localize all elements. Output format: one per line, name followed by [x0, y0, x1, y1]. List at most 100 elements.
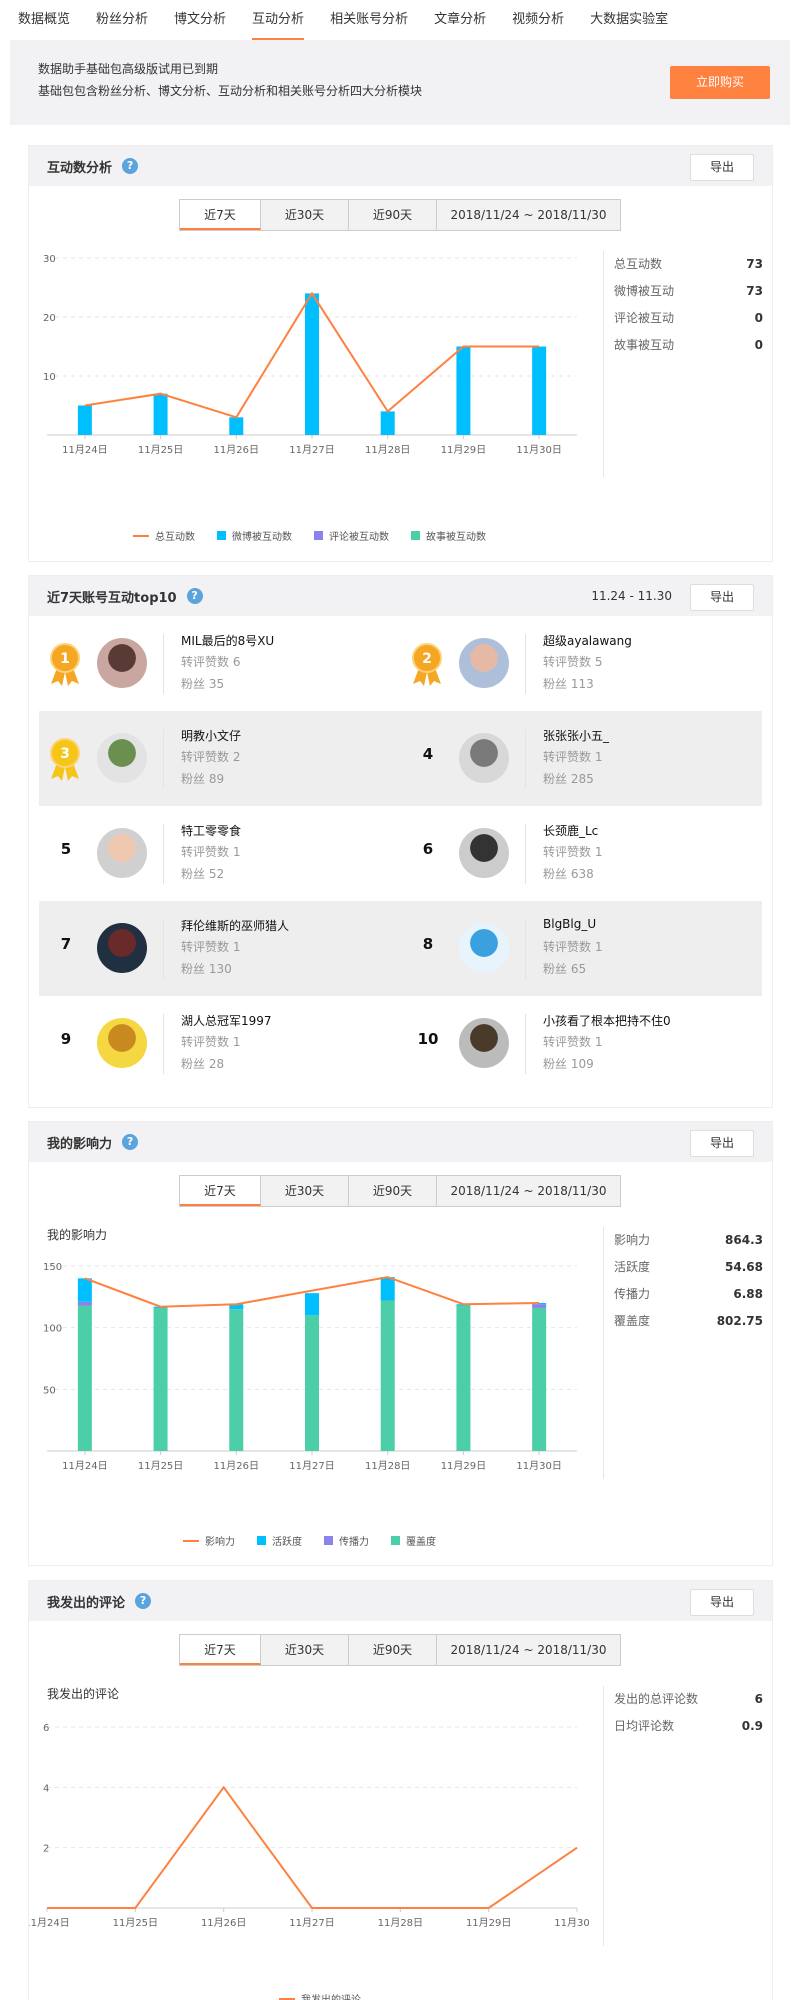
help-icon[interactable]: ?: [135, 1593, 152, 1609]
nav-item-posts[interactable]: 博文分析: [174, 0, 226, 40]
comments-stats: 发出的总评论数 6 日均评论数 0.9: [603, 1686, 763, 1946]
user-name[interactable]: 明教小文仔: [181, 727, 241, 744]
tab-30-days[interactable]: 近30天: [261, 200, 349, 230]
stat-row: 总互动数 73: [604, 251, 763, 278]
divider: [163, 634, 164, 694]
nav-item-video[interactable]: 视频分析: [512, 0, 564, 40]
rank-number: 6: [422, 840, 434, 858]
comments-chart: 2 4 6 11月24日 11月25日 11月26日 11月27日 11月28日 11月29日 1…: [29, 1723, 589, 1929]
repost-comment-like-count: 转评赞数 1: [181, 845, 241, 859]
card-header: 我发出的评论 ? 导出: [29, 1581, 772, 1621]
nav-item-overview[interactable]: 数据概览: [18, 0, 70, 40]
repost-comment-like-count: 转评赞数 2: [181, 750, 241, 764]
rank-item[interactable]: 5 特工零零食 转评赞数 1 粉丝 52: [39, 806, 399, 901]
rank-row: 1 MIL最后的8号XU 转评赞数 6 粉丝 35 2 超级ayalawang 转评赞数 5…: [39, 616, 762, 711]
user-name[interactable]: 小孩看了根本把持不住0: [543, 1012, 671, 1029]
rank-item[interactable]: 4 张张张小五_ 转评赞数 1 粉丝 285: [401, 711, 761, 806]
stat-value: 6: [754, 1692, 763, 1706]
legend-label: 传播力: [339, 1537, 369, 1548]
bar-微博被互动数: [77, 405, 92, 435]
stat-row: 评论被互动 0: [604, 305, 763, 332]
tab-90-days[interactable]: 近90天: [349, 1635, 437, 1665]
tab-30-days[interactable]: 近30天: [261, 1176, 349, 1206]
help-icon[interactable]: ?: [122, 158, 139, 174]
card-header: 近7天账号互动top10 ? 11.24 - 11.30 导出: [29, 576, 772, 616]
avatar[interactable]: [97, 828, 147, 878]
bar-覆盖度: [153, 1307, 168, 1451]
rank-item[interactable]: 8 BlgBlg_U 转评赞数 1 粉丝 65: [401, 901, 761, 996]
user-name[interactable]: MIL最后的8号XU: [181, 632, 274, 649]
nav-item-lab[interactable]: 大数据实验室: [590, 0, 668, 40]
stat-label: 总互动数: [614, 257, 663, 271]
tab-90-days[interactable]: 近90天: [349, 1176, 437, 1206]
nav-item-fans[interactable]: 粉丝分析: [96, 0, 148, 40]
rank-item[interactable]: 2 超级ayalawang 转评赞数 5 粉丝 113: [401, 616, 761, 711]
rank-item[interactable]: 9 湖人总冠军1997 转评赞数 1 粉丝 28: [39, 996, 399, 1091]
export-button[interactable]: 导出: [690, 584, 754, 611]
stat-row: 覆盖度 802.75: [604, 1308, 763, 1335]
nav-item-interaction[interactable]: 互动分析: [252, 0, 305, 40]
legend-label: 影响力: [205, 1537, 235, 1548]
stat-label: 影响力: [614, 1233, 651, 1247]
tab-7-days[interactable]: 近7天: [180, 1635, 261, 1665]
user-name[interactable]: 张张张小五_: [543, 727, 609, 744]
medal-rank-text: 2: [422, 651, 432, 667]
bar-覆盖度: [229, 1309, 244, 1451]
package-description: 基础包包含粉丝分析、博文分析、互动分析和相关账号分析四大分析模块: [38, 84, 423, 98]
nav-item-articles[interactable]: 文章分析: [434, 0, 486, 40]
tab-date-range[interactable]: 2018/11/24 ~ 2018/11/30: [437, 1635, 620, 1665]
avatar[interactable]: [459, 638, 509, 688]
avatar[interactable]: [459, 923, 509, 973]
x-tick-label: 11月29日: [441, 1460, 486, 1472]
user-name[interactable]: 拜伦维斯的巫师猎人: [181, 917, 289, 934]
export-button[interactable]: 导出: [690, 1130, 754, 1157]
avatar[interactable]: [459, 1018, 509, 1068]
x-tick-label: 11月24日: [62, 1460, 107, 1472]
rank-item[interactable]: 10 小孩看了根本把持不住0 转评赞数 1 粉丝 109: [401, 996, 761, 1091]
export-button[interactable]: 导出: [690, 154, 754, 181]
avatar[interactable]: [459, 733, 509, 783]
divider: [163, 729, 164, 789]
repost-comment-like-count: 转评赞数 6: [181, 655, 241, 669]
help-icon[interactable]: ?: [186, 588, 203, 604]
user-name[interactable]: 特工零零食: [181, 822, 241, 839]
user-name[interactable]: 湖人总冠军1997: [181, 1012, 272, 1029]
avatar[interactable]: [459, 828, 509, 878]
tab-date-range[interactable]: 2018/11/24 ~ 2018/11/30: [437, 200, 620, 230]
avatar[interactable]: [97, 733, 147, 783]
tab-7-days[interactable]: 近7天: [180, 1176, 261, 1206]
rank-item[interactable]: 6 长颈鹿_Lc 转评赞数 1 粉丝 638: [401, 806, 761, 901]
divider: [163, 1014, 164, 1074]
tab-90-days[interactable]: 近90天: [349, 200, 437, 230]
nav-item-related[interactable]: 相关账号分析: [330, 0, 408, 40]
help-icon[interactable]: ?: [122, 1134, 139, 1150]
bar-微博被互动数: [532, 346, 547, 435]
fans-count: 粉丝 65: [543, 962, 587, 976]
rank-item[interactable]: 7 拜伦维斯的巫师猎人 转评赞数 1 粉丝 130: [39, 901, 399, 996]
rank-item[interactable]: 3 明教小文仔 转评赞数 2 粉丝 89: [39, 711, 399, 806]
repost-comment-like-count: 转评赞数 1: [543, 845, 603, 859]
trial-banner: 数据助手基础包高级版试用已到期 基础包包含粉丝分析、博文分析、互动分析和相关账号…: [10, 40, 790, 125]
avatar[interactable]: [97, 923, 147, 973]
chart-legend: 影响力 活跃度 传播力 覆盖度: [183, 1533, 458, 1548]
tab-date-range[interactable]: 2018/11/24 ~ 2018/11/30: [437, 1176, 620, 1206]
legend-item: 微博被互动数: [217, 528, 292, 543]
y-tick-label: 20: [43, 313, 56, 324]
tab-30-days[interactable]: 近30天: [261, 1635, 349, 1665]
user-name[interactable]: 长颈鹿_Lc: [543, 822, 598, 839]
tab-7-days[interactable]: 近7天: [180, 200, 261, 230]
stat-label: 微博被互动: [614, 284, 675, 298]
rank-item[interactable]: 1 MIL最后的8号XU 转评赞数 6 粉丝 35: [39, 616, 399, 711]
avatar[interactable]: [97, 638, 147, 688]
avatar[interactable]: [97, 1018, 147, 1068]
influence-stats: 影响力 864.3 活跃度 54.68 传播力 6.88 覆盖度 802.75: [603, 1227, 763, 1479]
stat-value: 54.68: [725, 1260, 763, 1274]
user-name[interactable]: 超级ayalawang: [543, 632, 632, 649]
export-button[interactable]: 导出: [690, 1589, 754, 1616]
medal-rank-text: 3: [60, 746, 70, 762]
stat-value: 0: [754, 311, 763, 325]
legend-square-swatch: [257, 1536, 266, 1545]
card-header: 我的影响力 ? 导出: [29, 1122, 772, 1162]
buy-now-button[interactable]: 立即购买: [670, 66, 770, 99]
user-name[interactable]: BlgBlg_U: [543, 917, 596, 931]
